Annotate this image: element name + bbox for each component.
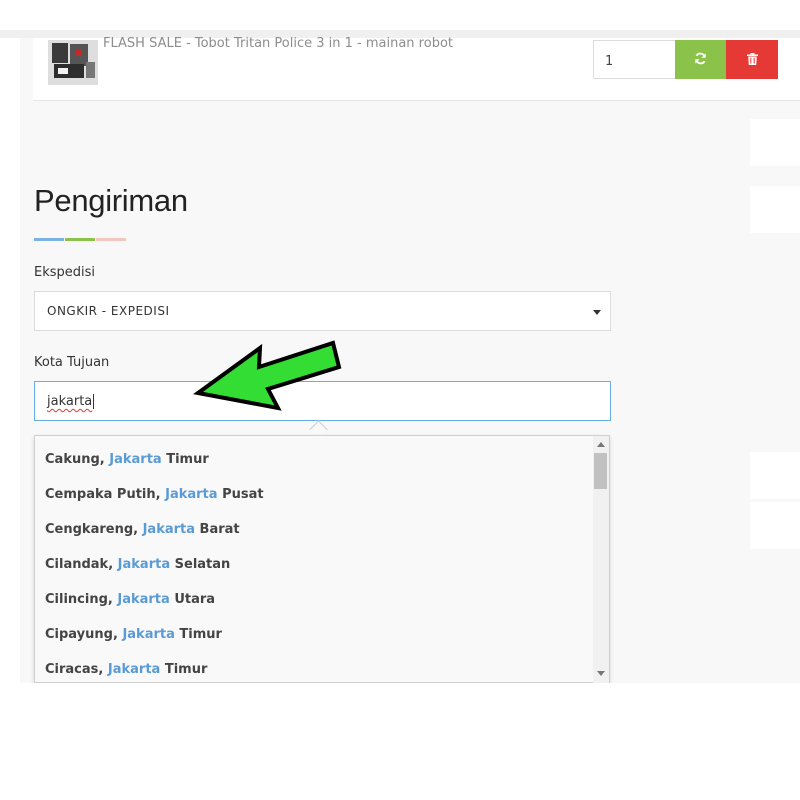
section-title: Pengiriman [34, 183, 188, 218]
summary-box [750, 186, 800, 233]
title-accent-line [96, 238, 126, 241]
caret-down-icon [593, 310, 601, 315]
scroll-up-arrow-icon[interactable] [597, 442, 605, 447]
update-quantity-button[interactable] [675, 40, 726, 79]
delete-item-button[interactable] [726, 40, 778, 79]
product-thumbnail[interactable] [48, 40, 98, 85]
city-input-value: jakarta [47, 394, 93, 409]
suggestion-item[interactable]: Cipayung, Jakarta Timur [45, 627, 222, 642]
quantity-input[interactable]: 1 [593, 40, 675, 79]
city-label: Kota Tujuan [34, 355, 110, 370]
suggestion-item[interactable]: Ciracas, Jakarta Timur [45, 662, 207, 677]
summary-box [750, 502, 800, 549]
title-accent-line [34, 238, 64, 241]
suggestion-item[interactable]: Cengkareng, Jakarta Barat [45, 522, 240, 537]
refresh-icon [694, 50, 707, 69]
trash-icon [746, 50, 758, 69]
summary-box [750, 119, 800, 166]
courier-label: Ekspedisi [34, 265, 96, 280]
text-cursor [93, 394, 94, 409]
scroll-down-arrow-icon[interactable] [597, 671, 605, 676]
city-suggestions-dropdown[interactable]: Cakung, Jakarta Timur Cempaka Putih, Jak… [34, 435, 610, 683]
courier-select-value: ONGKIR - EXPEDISI [47, 304, 170, 318]
courier-select[interactable]: ONGKIR - EXPEDISI [34, 291, 611, 331]
suggestion-item[interactable]: Cempaka Putih, Jakarta Pusat [45, 487, 264, 502]
suggestion-item[interactable]: Cakung, Jakarta Timur [45, 452, 209, 467]
product-name[interactable]: FLASH SALE - Tobot Tritan Police 3 in 1 … [103, 36, 453, 51]
title-accent-line [65, 238, 95, 241]
suggestion-item[interactable]: Cilincing, Jakarta Utara [45, 592, 215, 607]
summary-box [750, 452, 800, 499]
green-pointer-arrow-icon [190, 336, 350, 420]
dropdown-scrollbar[interactable] [593, 436, 609, 683]
suggestion-item[interactable]: Cilandak, Jakarta Selatan [45, 557, 230, 572]
scrollbar-thumb[interactable] [594, 453, 607, 489]
page-bottom-area [0, 683, 800, 800]
